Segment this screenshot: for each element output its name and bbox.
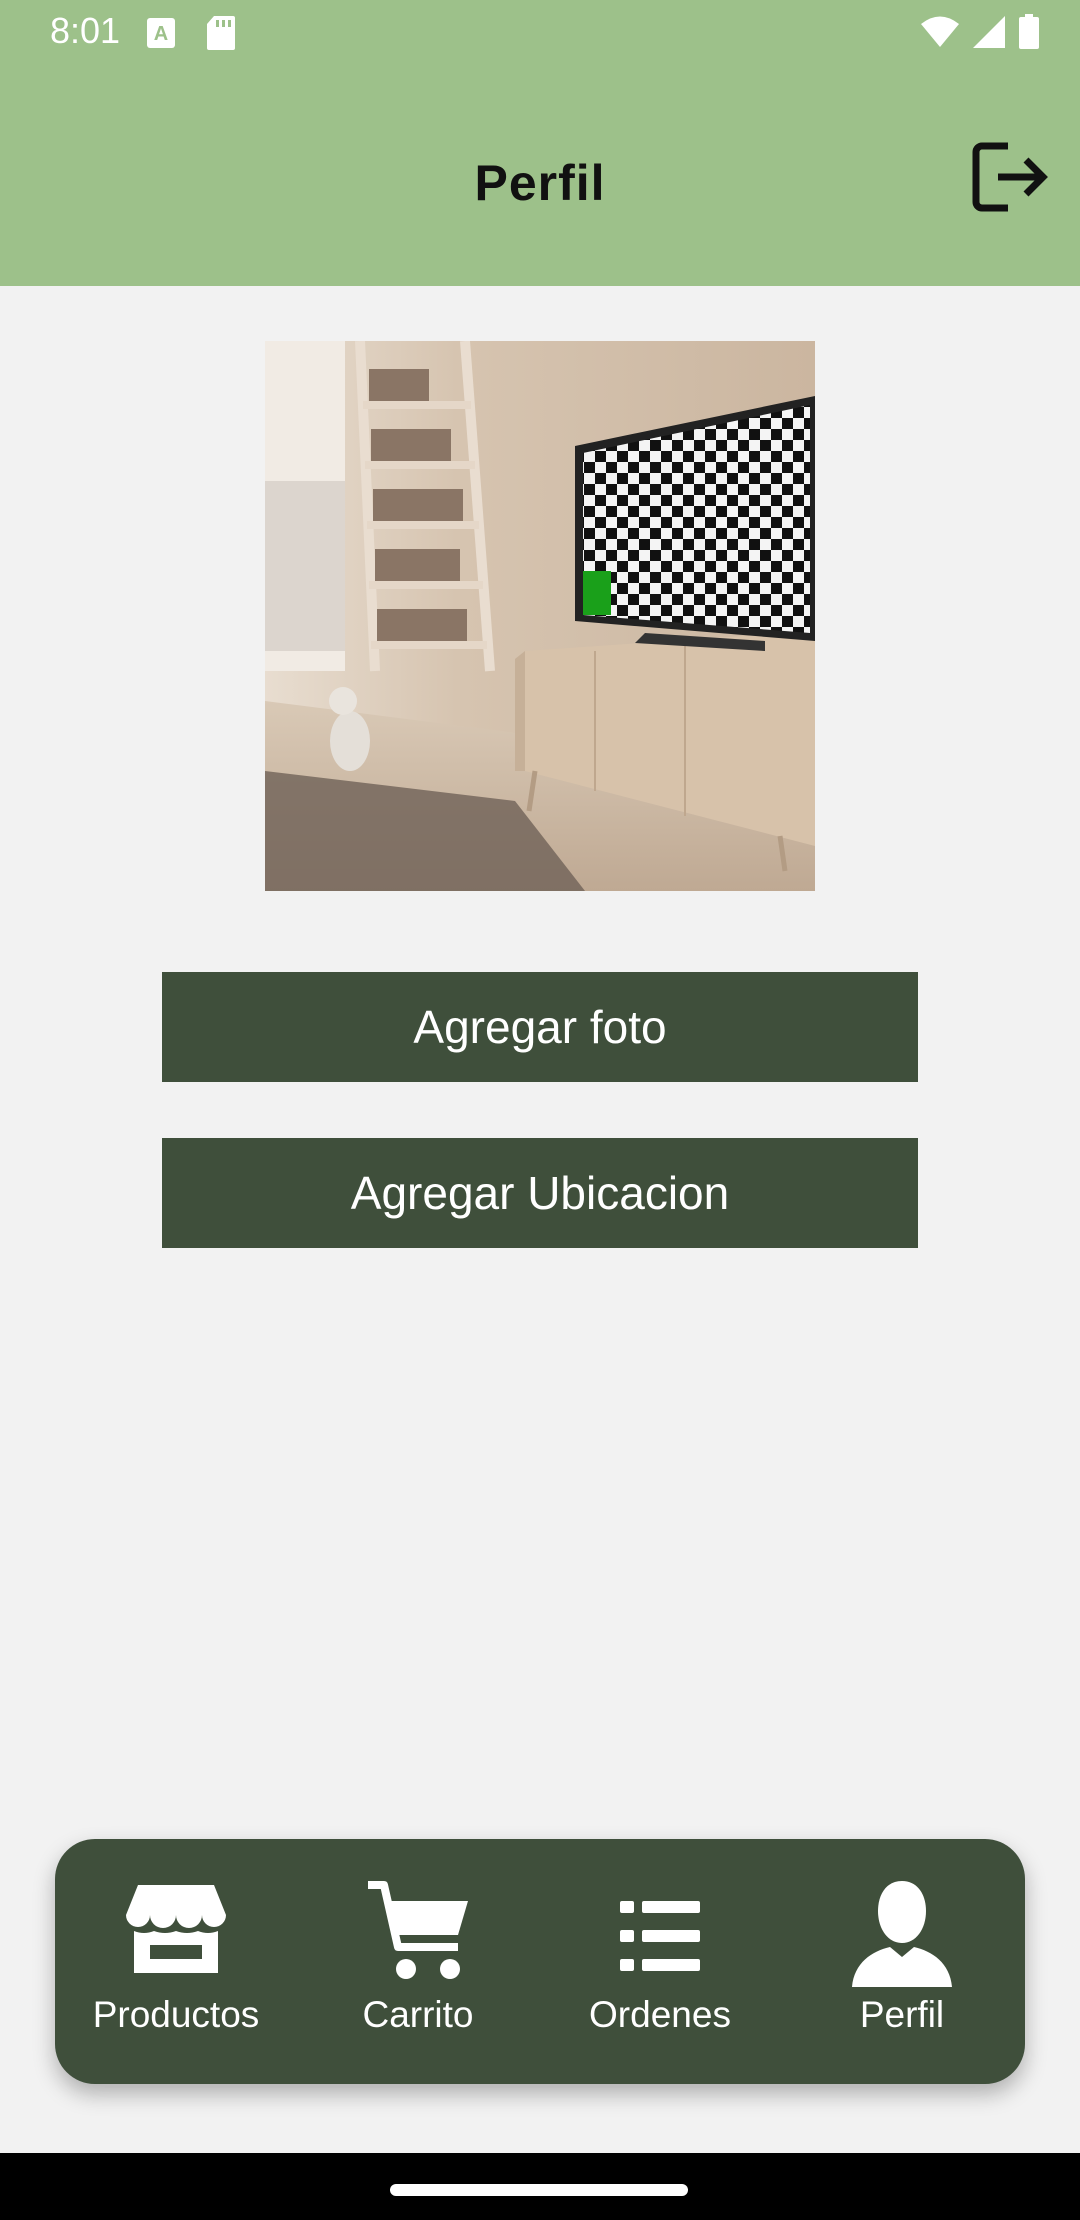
signal-icon (973, 16, 1005, 48)
battery-icon (1019, 14, 1039, 49)
profile-photo (265, 341, 815, 891)
add-location-button[interactable]: Agregar Ubicacion (162, 1138, 918, 1248)
nav-item-perfil[interactable]: Perfil (781, 1839, 1023, 2084)
sd-card-icon (207, 16, 235, 50)
nav-label-perfil: Perfil (859, 1994, 945, 2035)
nav-label-carrito: Carrito (362, 1994, 474, 2035)
add-photo-button[interactable]: Agregar foto (162, 972, 918, 1082)
cart-icon (368, 1881, 468, 1979)
nav-item-ordenes[interactable]: Ordenes (539, 1839, 781, 2084)
list-icon (620, 1901, 700, 1971)
nav-label-productos: Productos (92, 1994, 260, 2035)
status-time: 8:01 (50, 10, 121, 51)
status-bar: 8:01 A (0, 0, 1080, 66)
page-title: Perfil (474, 155, 606, 211)
bottom-navigation: Productos Carrito Ordenes Perfil (55, 1839, 1025, 2084)
nav-item-carrito[interactable]: Carrito (297, 1839, 539, 2084)
wifi-icon (921, 16, 959, 47)
nav-label-ordenes: Ordenes (589, 1994, 731, 2035)
home-gesture-handle[interactable] (390, 2184, 688, 2196)
person-icon (852, 1881, 952, 1987)
app-bar: Perfil (0, 66, 1080, 286)
store-icon (126, 1885, 226, 1973)
nav-item-productos[interactable]: Productos (55, 1839, 297, 2084)
keyboard-a-icon: A (147, 18, 175, 48)
svg-text:A: A (154, 23, 168, 45)
logout-icon[interactable] (972, 140, 1048, 214)
